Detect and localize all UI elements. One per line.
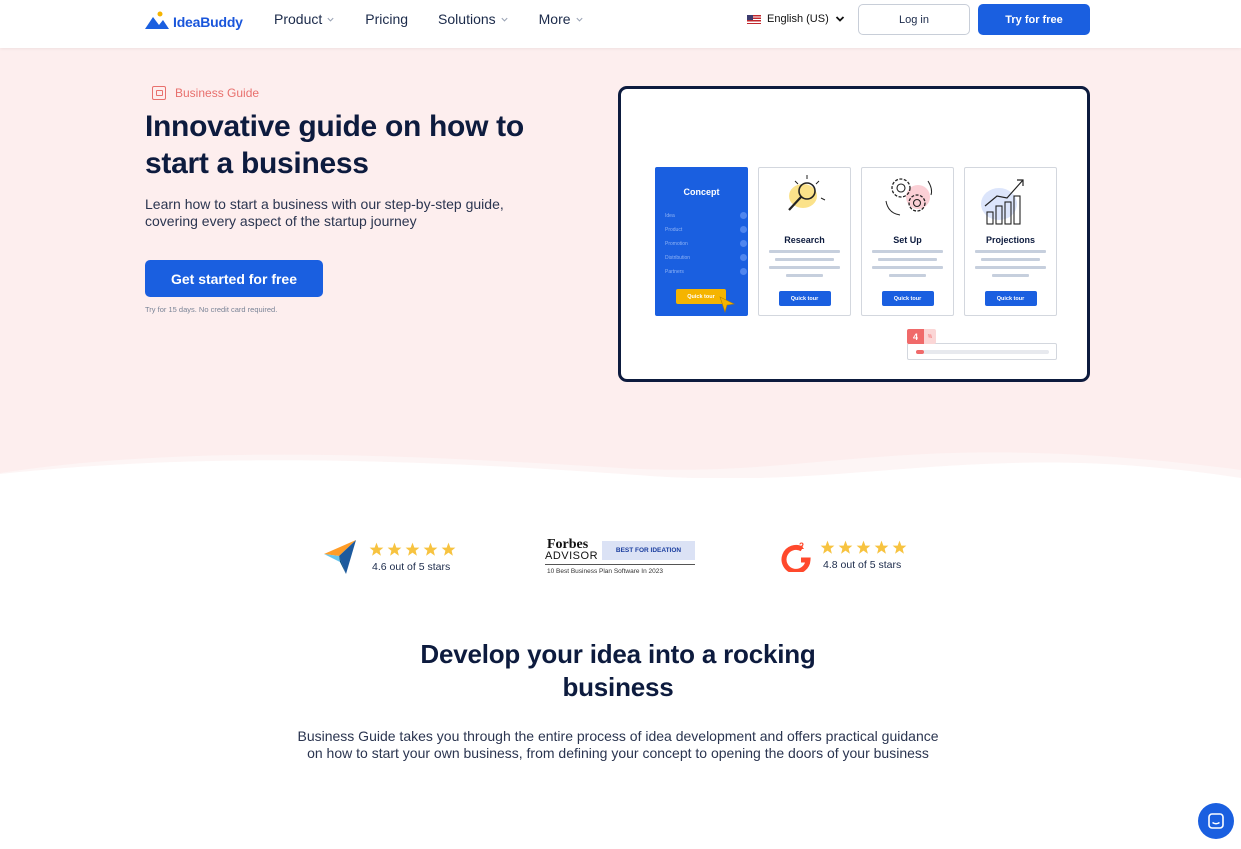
g2-rating-body: 4.8 out of 5 stars	[820, 540, 907, 571]
product-preview: Concept Idea Product Promotion Distribut…	[618, 86, 1090, 382]
projections-card-title: Projections	[985, 235, 1035, 245]
concept-item: Product	[665, 226, 747, 233]
menu-solutions-label: Solutions	[438, 11, 496, 27]
placeholder-line	[992, 274, 1029, 277]
magnifier-icon	[788, 175, 826, 211]
section-title: Develop your idea into a rocking busines…	[420, 639, 816, 702]
menu-pricing-label: Pricing	[365, 11, 409, 27]
setup-card[interactable]: Set Up Quick tour	[861, 167, 954, 316]
forbes-advisor-badge: Forbes ADVISOR BEST FOR IDEATION 10 Best…	[545, 537, 695, 579]
placeholder-line	[769, 250, 840, 253]
placeholder-line	[769, 266, 840, 269]
g2-logo-icon: 2	[781, 541, 811, 572]
g2-rating: 2 4.8 out of 5 stars	[781, 538, 907, 572]
placeholder-line	[775, 258, 834, 261]
star-icon	[892, 540, 907, 554]
menu-more[interactable]: More	[539, 11, 584, 27]
svg-text:2: 2	[799, 541, 804, 551]
concept-item: Promotion	[665, 240, 747, 247]
placeholder-line	[878, 258, 937, 261]
star-icon	[838, 540, 853, 554]
setup-quick-tour-button[interactable]: Quick tour	[881, 291, 934, 306]
logo-icon	[145, 11, 169, 29]
star-icon	[820, 540, 835, 554]
menu-product-label: Product	[274, 11, 323, 27]
progress-fill	[916, 350, 924, 354]
placeholder-line	[975, 266, 1046, 269]
progress-unit: %	[924, 329, 936, 344]
chat-launcher-button[interactable]	[1198, 803, 1234, 839]
star-rating	[369, 542, 456, 557]
progress-box	[907, 343, 1057, 360]
hero-title: Innovative guide on how to start a busin…	[145, 110, 524, 180]
section-body: Business Guide takes you through the ent…	[297, 728, 939, 761]
star-icon	[856, 540, 871, 554]
try-for-free-button[interactable]: Try for free	[978, 4, 1090, 35]
language-selector[interactable]: English (US)	[747, 13, 845, 25]
concept-card-title: Concept	[683, 187, 720, 197]
forbes-advisor: ADVISOR	[545, 550, 599, 562]
capterra-logo-icon	[324, 540, 356, 574]
main-menu: Product Pricing Solutions More	[274, 11, 584, 27]
picture-icon	[152, 86, 166, 100]
logo[interactable]: IdeaBuddy	[145, 8, 243, 30]
capterra-rating-body: 4.6 out of 5 stars	[369, 542, 456, 573]
research-card[interactable]: Research Quick tour	[758, 167, 851, 316]
menu-product[interactable]: Product	[274, 11, 335, 27]
capterra-rating: 4.6 out of 5 stars	[324, 540, 456, 574]
capterra-rating-text: 4.6 out of 5 stars	[372, 560, 451, 573]
star-icon	[369, 542, 384, 556]
concept-card[interactable]: Concept Idea Product Promotion Distribut…	[655, 167, 748, 316]
concept-item: Distribution	[665, 254, 747, 261]
business-guide-tag: Business Guide	[152, 86, 259, 100]
divider	[545, 564, 695, 565]
us-flag-icon	[747, 14, 761, 24]
placeholder-line	[981, 258, 1040, 261]
hero-wave	[0, 452, 1241, 478]
setup-card-title: Set Up	[893, 235, 922, 245]
chevron-down-icon	[501, 17, 508, 22]
top-nav: IdeaBuddy Product Pricing Solutions More…	[0, 0, 1241, 48]
concept-item: Partners	[665, 268, 747, 275]
research-quick-tour-button[interactable]: Quick tour	[778, 291, 831, 306]
g2-rating-text: 4.8 out of 5 stars	[823, 558, 902, 571]
get-started-button[interactable]: Get started for free	[145, 260, 323, 297]
business-guide-tag-label: Business Guide	[175, 86, 260, 100]
concept-item: Idea	[665, 212, 747, 219]
hero-subtitle: Learn how to start a business with our s…	[145, 196, 504, 229]
placeholder-line	[872, 250, 943, 253]
language-label: English (US)	[767, 13, 829, 25]
star-icon	[441, 542, 456, 556]
star-icon	[387, 542, 402, 556]
menu-pricing[interactable]: Pricing	[365, 11, 408, 27]
menu-more-label: More	[538, 11, 571, 27]
forbes-badge-label: BEST FOR IDEATION	[602, 541, 695, 560]
star-icon	[423, 542, 438, 556]
chevron-down-icon	[835, 16, 844, 22]
placeholder-line	[786, 274, 823, 277]
chat-icon	[1208, 813, 1224, 829]
star-rating	[820, 540, 907, 555]
cursor-pointer-icon	[719, 296, 735, 313]
chevron-down-icon	[575, 17, 583, 22]
forbes-subtitle: 10 Best Business Plan Software In 2023	[547, 568, 663, 575]
growth-chart-icon	[981, 179, 1024, 225]
placeholder-line	[975, 250, 1046, 253]
progress-indicator: 4 %	[907, 329, 1057, 363]
progress-track	[916, 350, 1049, 354]
trial-note: Try for 15 days. No credit card required…	[145, 305, 278, 314]
star-icon	[405, 542, 420, 556]
placeholder-line	[889, 274, 926, 277]
logo-text: IdeaBuddy	[173, 14, 243, 30]
chevron-down-icon	[327, 17, 334, 22]
menu-solutions[interactable]: Solutions	[438, 11, 509, 27]
projections-card[interactable]: Projections Quick tour	[964, 167, 1057, 316]
login-button[interactable]: Log in	[858, 4, 970, 35]
gears-icon	[885, 178, 933, 216]
placeholder-line	[872, 266, 943, 269]
projections-quick-tour-button[interactable]: Quick tour	[984, 291, 1037, 306]
progress-value: 4	[907, 329, 924, 344]
research-card-title: Research	[784, 235, 825, 245]
star-icon	[874, 540, 889, 554]
